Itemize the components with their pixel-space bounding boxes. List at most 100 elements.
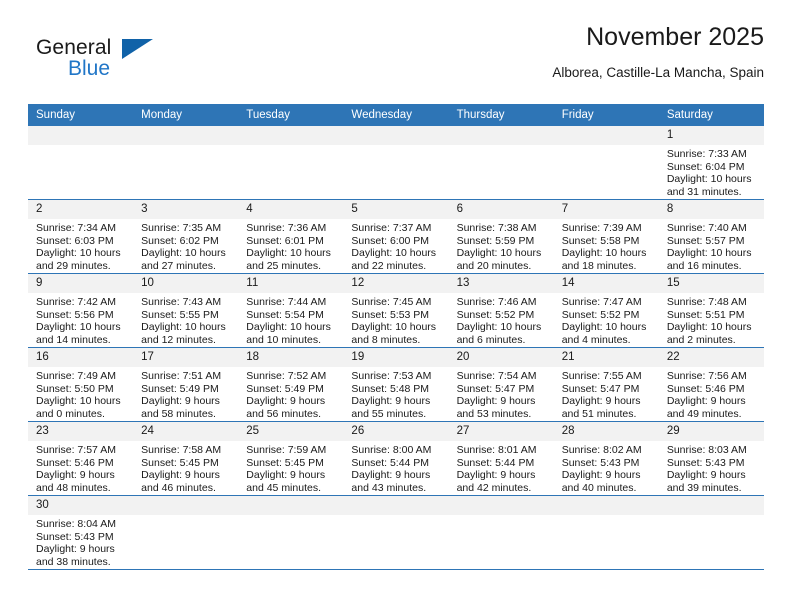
weekday-header-thursday: Thursday [448,104,554,126]
day-details: Sunrise: 7:48 AM Sunset: 5:51 PM Daylight:… [659,293,764,346]
day-number: 15 [658,274,764,293]
daylight-text: Daylight: 10 hours and 14 minutes. [36,321,121,346]
day-number: 28 [553,422,659,441]
calendar-day-cell[interactable]: 5 Sunrise: 7:37 AM Sunset: 6:00 PM Daylight… [343,199,449,274]
calendar-cell-empty [238,126,344,200]
sunrise-text: Sunrise: 7:39 AM [561,222,642,234]
day-details: Sunrise: 7:34 AM Sunset: 6:03 PM Daylight:… [28,219,133,272]
sunrise-text: Sunrise: 7:53 AM [351,370,432,382]
calendar-page: General Blue November 2025 Alborea, Cast… [0,0,792,612]
weekday-header-monday: Monday [133,104,239,126]
calendar-day-cell[interactable]: 20 Sunrise: 7:54 AM Sunset: 5:47 PM Dayligh… [448,347,554,422]
calendar-day-cell[interactable]: 26 Sunrise: 8:00 AM Sunset: 5:44 PM Dayligh… [343,421,449,496]
day-details: Sunrise: 7:54 AM Sunset: 5:47 PM Daylight:… [449,367,554,420]
calendar-day-cell[interactable]: 18 Sunrise: 7:52 AM Sunset: 5:49 PM Dayligh… [238,347,344,422]
day-details: Sunrise: 8:02 AM Sunset: 5:43 PM Daylight:… [554,441,659,494]
daylight-text: Daylight: 9 hours and 38 minutes. [36,543,115,568]
day-number: 10 [133,274,239,293]
daylight-text: Daylight: 10 hours and 22 minutes. [351,247,437,272]
calendar-day-cell[interactable]: 13 Sunrise: 7:46 AM Sunset: 5:52 PM Dayligh… [448,273,554,348]
calendar-day-cell[interactable]: 2 Sunrise: 7:34 AM Sunset: 6:03 PM Daylight… [28,199,134,274]
weekday-header-wednesday: Wednesday [343,104,449,126]
day-number [448,496,554,515]
day-details: Sunrise: 7:38 AM Sunset: 5:59 PM Daylight:… [449,219,554,272]
calendar-day-cell[interactable]: 1 Sunrise: 7:33 AM Sunset: 6:04 PM Daylight… [658,126,764,200]
sunrise-text: Sunrise: 7:44 AM [246,296,327,308]
daylight-text: Daylight: 9 hours and 58 minutes. [141,395,220,420]
calendar-day-cell[interactable]: 15 Sunrise: 7:48 AM Sunset: 5:51 PM Dayligh… [658,273,764,348]
calendar-day-cell[interactable]: 4 Sunrise: 7:36 AM Sunset: 6:01 PM Daylight… [238,199,344,274]
calendar-cell-empty [448,495,554,570]
day-number [133,496,239,515]
day-number: 21 [553,348,659,367]
calendar-day-cell[interactable]: 23 Sunrise: 7:57 AM Sunset: 5:46 PM Dayligh… [28,421,134,496]
calendar-day-cell[interactable]: 10 Sunrise: 7:43 AM Sunset: 5:55 PM Dayligh… [133,273,239,348]
calendar-day-cell[interactable]: 24 Sunrise: 7:58 AM Sunset: 5:45 PM Dayligh… [133,421,239,496]
calendar-day-cell[interactable]: 14 Sunrise: 7:47 AM Sunset: 5:52 PM Dayligh… [553,273,659,348]
day-number: 20 [448,348,554,367]
daylight-text: Daylight: 10 hours and 6 minutes. [456,321,542,346]
calendar-day-cell[interactable]: 21 Sunrise: 7:55 AM Sunset: 5:47 PM Dayligh… [553,347,659,422]
weekday-header-saturday: Saturday [658,104,764,126]
sunrise-text: Sunrise: 7:43 AM [141,296,222,308]
sunset-text: Sunset: 6:03 PM [36,234,114,247]
calendar-cell-empty [238,495,344,570]
sunrise-text: Sunrise: 7:42 AM [36,296,116,308]
calendar-day-cell[interactable]: 8 Sunrise: 7:40 AM Sunset: 5:57 PM Daylight… [658,199,764,274]
daylight-text: Daylight: 10 hours and 0 minutes. [36,395,121,420]
calendar-day-cell[interactable]: 9 Sunrise: 7:42 AM Sunset: 5:56 PM Daylight… [28,273,134,348]
calendar-day-cell[interactable]: 17 Sunrise: 7:51 AM Sunset: 5:49 PM Dayligh… [133,347,239,422]
calendar-day-cell[interactable]: 12 Sunrise: 7:45 AM Sunset: 5:53 PM Dayligh… [343,273,449,348]
calendar-day-cell[interactable]: 11 Sunrise: 7:44 AM Sunset: 5:54 PM Dayligh… [238,273,344,348]
daylight-text: Daylight: 9 hours and 42 minutes. [456,469,536,494]
day-details: Sunrise: 8:01 AM Sunset: 5:44 PM Daylight:… [449,441,554,494]
daylight-text: Daylight: 9 hours and 53 minutes. [456,395,536,420]
sunrise-text: Sunrise: 7:49 AM [36,370,116,382]
sunrise-text: Sunrise: 7:48 AM [666,296,747,308]
day-number: 23 [28,422,134,441]
day-number: 24 [133,422,239,441]
calendar-day-cell[interactable]: 16 Sunrise: 7:49 AM Sunset: 5:50 PM Dayligh… [28,347,134,422]
day-details: Sunrise: 7:55 AM Sunset: 5:47 PM Daylight:… [554,367,659,420]
sunset-text: Sunset: 5:43 PM [561,456,640,469]
day-details: Sunrise: 7:40 AM Sunset: 5:57 PM Daylight:… [659,219,764,272]
calendar-day-cell[interactable]: 25 Sunrise: 7:59 AM Sunset: 5:45 PM Dayligh… [238,421,344,496]
day-details: Sunrise: 7:56 AM Sunset: 5:46 PM Daylight:… [659,367,764,420]
day-details: Sunrise: 8:00 AM Sunset: 5:44 PM Daylight:… [343,441,448,494]
calendar-day-cell[interactable]: 29 Sunrise: 8:03 AM Sunset: 5:43 PM Dayligh… [658,421,764,496]
day-number: 27 [448,422,554,441]
sunrise-sunset-calendar: Sunday Monday Tuesday Wednesday Thursday… [28,104,764,570]
calendar-cell-empty [343,126,449,200]
sunrise-text: Sunrise: 7:56 AM [666,370,747,382]
calendar-day-cell[interactable]: 6 Sunrise: 7:38 AM Sunset: 5:59 PM Daylight… [448,199,554,274]
sunrise-text: Sunrise: 7:33 AM [666,148,747,160]
calendar-day-cell[interactable]: 28 Sunrise: 8:02 AM Sunset: 5:43 PM Dayligh… [553,421,659,496]
calendar-day-cell[interactable]: 3 Sunrise: 7:35 AM Sunset: 6:02 PM Daylight… [133,199,239,274]
sunrise-text: Sunrise: 7:51 AM [141,370,222,382]
sunset-text: Sunset: 5:48 PM [351,382,430,395]
daylight-text: Daylight: 9 hours and 51 minutes. [561,395,641,420]
calendar-day-cell[interactable]: 19 Sunrise: 7:53 AM Sunset: 5:48 PM Dayligh… [343,347,449,422]
day-number [28,126,134,145]
day-number [553,126,659,145]
daylight-text: Daylight: 10 hours and 16 minutes. [666,247,752,272]
title-block: November 2025 Alborea, Castille-La Manch… [552,22,764,82]
day-number: 9 [28,274,134,293]
daylight-text: Daylight: 9 hours and 55 minutes. [351,395,431,420]
general-blue-logo[interactable]: General Blue [36,36,256,94]
daylight-text: Daylight: 10 hours and 4 minutes. [561,321,647,346]
day-number: 29 [658,422,764,441]
sunrise-text: Sunrise: 7:37 AM [351,222,432,234]
calendar-day-cell[interactable]: 22 Sunrise: 7:56 AM Sunset: 5:46 PM Dayligh… [658,347,764,422]
daylight-text: Daylight: 10 hours and 10 minutes. [246,321,331,346]
day-details: Sunrise: 7:45 AM Sunset: 5:53 PM Daylight:… [343,293,448,346]
daylight-text: Daylight: 10 hours and 27 minutes. [141,247,226,272]
calendar-day-cell[interactable]: 27 Sunrise: 8:01 AM Sunset: 5:44 PM Dayligh… [448,421,554,496]
calendar-day-cell[interactable]: 30 Sunrise: 8:04 AM Sunset: 5:43 PM Dayligh… [28,495,134,570]
sunrise-text: Sunrise: 8:03 AM [666,444,747,456]
daylight-text: Daylight: 9 hours and 39 minutes. [666,469,746,494]
sunset-text: Sunset: 5:43 PM [666,456,745,469]
calendar-day-cell[interactable]: 7 Sunrise: 7:39 AM Sunset: 5:58 PM Daylight… [553,199,659,274]
sunrise-text: Sunrise: 7:45 AM [351,296,432,308]
weekday-header-friday: Friday [553,104,659,126]
